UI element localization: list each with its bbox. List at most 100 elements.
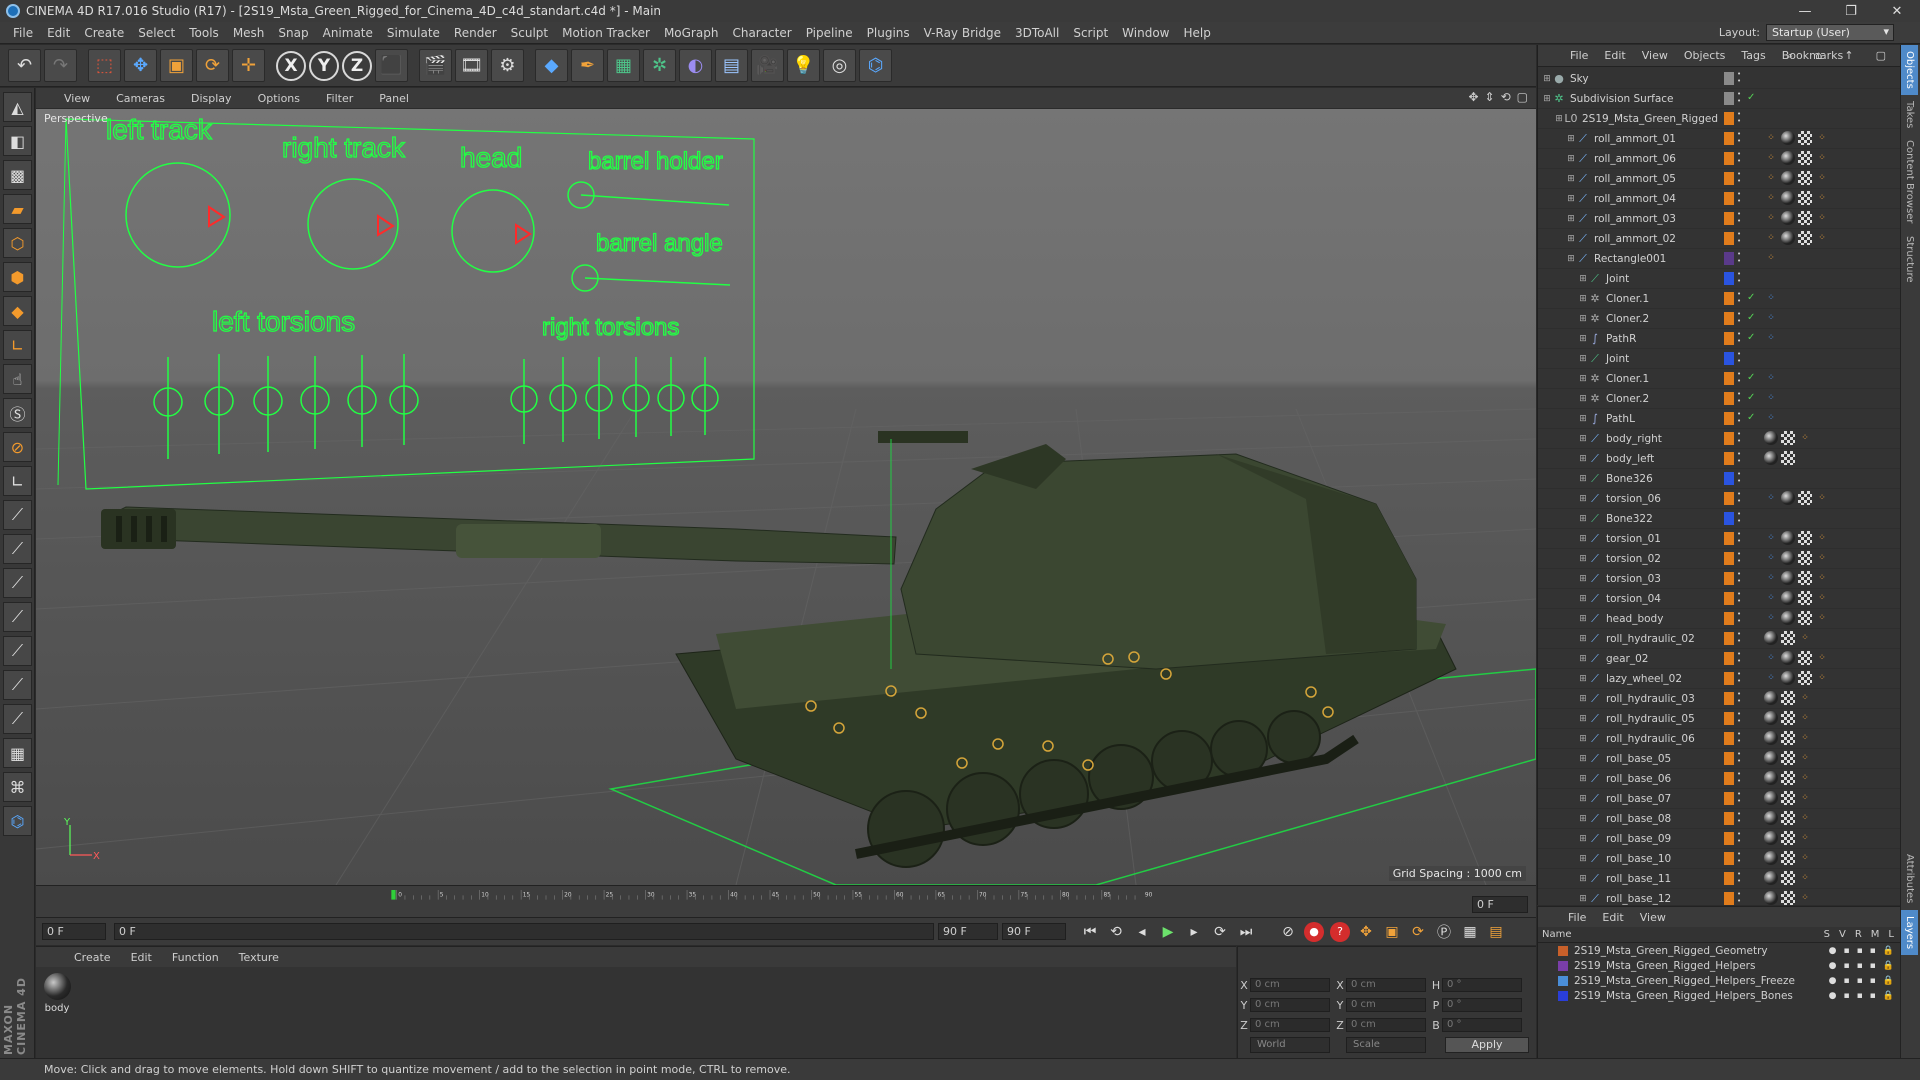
visibility-dots-icon[interactable]: • •: [1737, 871, 1741, 885]
expand-icon[interactable]: ⊞: [1578, 534, 1588, 544]
object-row[interactable]: ⊞ ✲ Cloner.1 • • ✓ ⁘: [1538, 369, 1901, 389]
layer-color-swatch[interactable]: [1724, 632, 1734, 645]
head-control[interactable]: [451, 189, 535, 273]
menu-create[interactable]: Create: [77, 26, 131, 40]
rotation-p-field[interactable]: 0 °: [1442, 998, 1522, 1012]
expand-icon[interactable]: ⊞: [1578, 494, 1588, 504]
visibility-dots-icon[interactable]: • •: [1737, 531, 1741, 545]
check-tag-icon[interactable]: [1781, 891, 1795, 905]
x-axis-lock-icon[interactable]: X: [276, 50, 306, 81]
object-name[interactable]: torsion_01: [1606, 533, 1661, 545]
visibility-dots-icon[interactable]: • •: [1737, 791, 1741, 805]
layer-name[interactable]: 2S19_Msta_Green_Rigged_Helpers: [1574, 960, 1755, 972]
visibility-dots-icon[interactable]: • •: [1737, 851, 1741, 865]
dots-tag-icon[interactable]: ⁘: [1764, 231, 1778, 245]
viewport-scene[interactable]: left track right track head barrel holde…: [36, 109, 1536, 885]
viewport-menu-cameras[interactable]: Cameras: [100, 92, 175, 105]
playhead[interactable]: [391, 890, 396, 900]
go-to-end-icon[interactable]: ⏭: [1234, 920, 1258, 944]
object-name[interactable]: Cloner.2: [1606, 313, 1649, 325]
dots-tag-icon[interactable]: ⁘: [1815, 591, 1829, 605]
lock-icon[interactable]: 🔒: [1883, 991, 1894, 1001]
layer-menu-view[interactable]: View: [1632, 911, 1674, 924]
check-tag-icon[interactable]: [1798, 171, 1812, 185]
layer-color-swatch[interactable]: [1724, 592, 1734, 605]
move-icon[interactable]: ✥: [124, 49, 157, 82]
layer-color-swatch[interactable]: [1724, 332, 1734, 345]
dots-tag-icon[interactable]: ⁘: [1798, 851, 1812, 865]
layer-color-swatch[interactable]: [1724, 352, 1734, 365]
object-name[interactable]: Cloner.2: [1606, 393, 1649, 405]
object-row[interactable]: ⊞ ⟋ head_body • • ⁘ ⁘: [1538, 609, 1901, 629]
object-name[interactable]: Joint: [1606, 273, 1629, 285]
visibility-dots-icon[interactable]: • •: [1737, 651, 1741, 665]
blue-tag-icon[interactable]: ⁘: [1764, 411, 1778, 425]
blue-tag-icon[interactable]: ⁘: [1764, 531, 1778, 545]
expand-icon[interactable]: ⊞: [1578, 834, 1588, 844]
ball-tag-icon[interactable]: [1764, 771, 1778, 785]
key-param-icon[interactable]: Ⓟ: [1432, 920, 1456, 944]
floor-icon[interactable]: ▤: [715, 49, 748, 82]
object-name[interactable]: roll_base_06: [1606, 773, 1671, 785]
recent-tools-icon[interactable]: ✛: [232, 49, 265, 82]
rigging-icon-2[interactable]: ⟋: [3, 534, 32, 564]
check-tag-icon[interactable]: [1781, 631, 1795, 645]
key-position-icon[interactable]: ✥: [1354, 920, 1378, 944]
deformer-icon[interactable]: ◐: [679, 49, 712, 82]
dots-tag-icon[interactable]: ⁘: [1798, 631, 1812, 645]
object-row[interactable]: ⊞ ⟋ Bone322 • •: [1538, 509, 1901, 529]
menu-select[interactable]: Select: [131, 26, 182, 40]
ball-tag-icon[interactable]: [1781, 551, 1795, 565]
preview-range-slider[interactable]: 0 F: [114, 923, 934, 940]
visibility-dots-icon[interactable]: • •: [1737, 891, 1741, 905]
check-tag-icon[interactable]: [1798, 231, 1812, 245]
object-name[interactable]: roll_ammort_01: [1594, 133, 1676, 145]
object-row[interactable]: ⊞ ⟋ roll_ammort_05 • • ⁘ ⁘: [1538, 169, 1901, 189]
pen-spline-icon[interactable]: ✒: [571, 49, 604, 82]
layer-color-swatch[interactable]: [1724, 512, 1734, 525]
layer-color-swatch[interactable]: [1724, 712, 1734, 725]
object-name[interactable]: roll_base_10: [1606, 853, 1671, 865]
python-icon[interactable]: ⌬: [859, 49, 892, 82]
object-name[interactable]: roll_ammort_02: [1594, 233, 1676, 245]
blue-tag-icon[interactable]: ⁘: [1764, 291, 1778, 305]
viewport-menu-options[interactable]: Options: [242, 92, 310, 105]
object-name[interactable]: roll_ammort_05: [1594, 173, 1676, 185]
visibility-dots-icon[interactable]: • •: [1737, 631, 1741, 645]
material-menu-function[interactable]: Function: [162, 951, 229, 964]
expand-icon[interactable]: ⊞: [1578, 434, 1588, 444]
expand-icon[interactable]: ⊞: [1578, 854, 1588, 864]
expand-icon[interactable]: ⊞: [1566, 134, 1576, 144]
ball-tag-icon[interactable]: [1764, 731, 1778, 745]
ball-tag-icon[interactable]: [1781, 231, 1795, 245]
record-keys-icon[interactable]: ⊘: [1276, 920, 1300, 944]
object-row[interactable]: ⊞ ⟋ Rectangle001 • • ⁘: [1538, 249, 1901, 269]
visibility-dots-icon[interactable]: • •: [1737, 171, 1741, 185]
object-row[interactable]: ⊞ ✲ Subdivision Surface • • ✓: [1538, 89, 1901, 109]
layer-color-swatch[interactable]: [1724, 672, 1734, 685]
expand-icon[interactable]: ⊞: [1578, 574, 1588, 584]
visibility-dots-icon[interactable]: • •: [1737, 131, 1741, 145]
ball-tag-icon[interactable]: [1764, 451, 1778, 465]
object-name[interactable]: gear_02: [1606, 653, 1649, 665]
ball-tag-icon[interactable]: [1764, 691, 1778, 705]
menu-plugins[interactable]: Plugins: [860, 26, 917, 40]
position-y-field[interactable]: 0 cm: [1250, 998, 1330, 1012]
rotation-h-field[interactable]: 0 °: [1442, 978, 1522, 992]
move-view-icon[interactable]: ⇕: [1485, 90, 1495, 104]
dots-tag-icon[interactable]: ⁘: [1815, 151, 1829, 165]
dots-tag-icon[interactable]: ⁘: [1764, 171, 1778, 185]
ball-tag-icon[interactable]: [1781, 571, 1795, 585]
dots-tag-icon[interactable]: ⁘: [1798, 771, 1812, 785]
viewport-menu-view[interactable]: View: [48, 92, 100, 105]
ball-tag-icon[interactable]: [1764, 431, 1778, 445]
expand-icon[interactable]: ⊞: [1578, 554, 1588, 564]
object-name[interactable]: Bone326: [1606, 473, 1653, 485]
dots-tag-icon[interactable]: ⁘: [1764, 251, 1778, 265]
blue-tag-icon[interactable]: ⁘: [1764, 391, 1778, 405]
layer-color-swatch[interactable]: [1724, 752, 1734, 765]
z-axis-lock-icon[interactable]: Z: [342, 50, 372, 81]
ball-tag-icon[interactable]: [1764, 811, 1778, 825]
visibility-dots-icon[interactable]: • •: [1737, 191, 1741, 205]
menu-file[interactable]: File: [6, 26, 40, 40]
